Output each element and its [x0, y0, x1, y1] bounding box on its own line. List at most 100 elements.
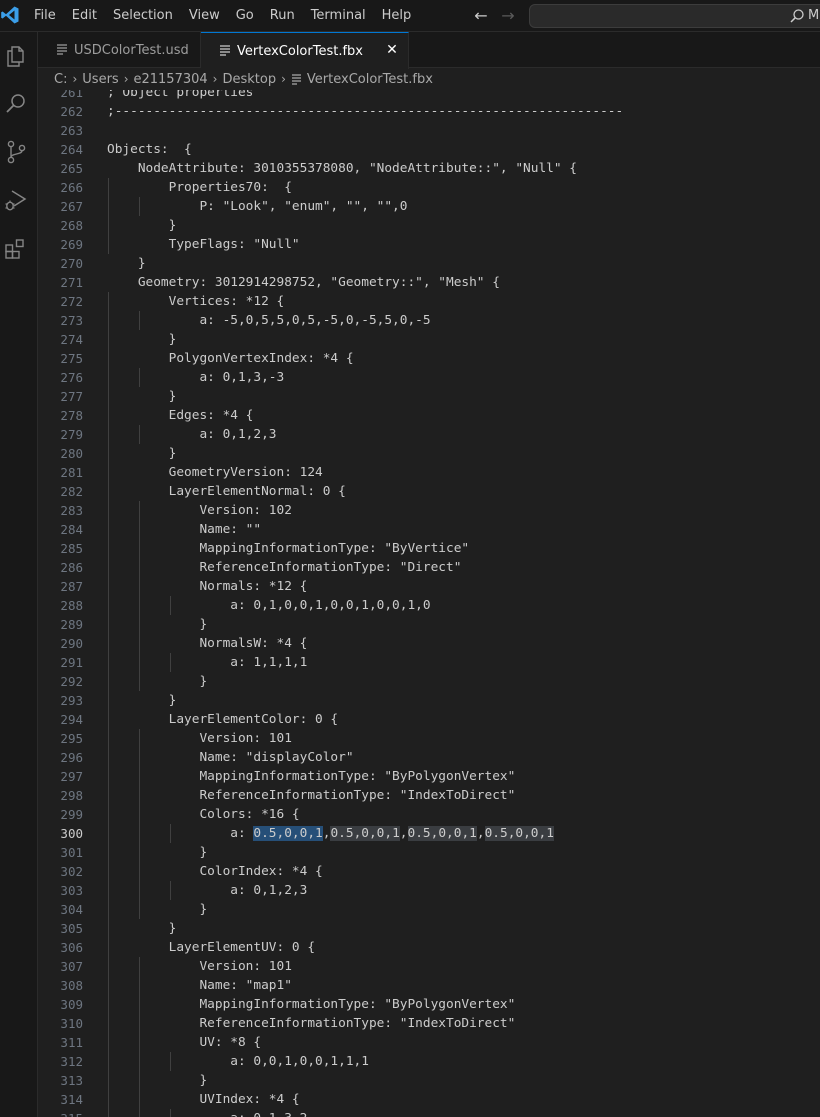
code-line[interactable]: a: 0,1,2,3	[107, 425, 807, 444]
menu-run[interactable]: Run	[262, 0, 303, 32]
breadcrumb-drive[interactable]: C:	[54, 72, 67, 87]
code-line[interactable]: GeometryVersion: 124	[107, 463, 807, 482]
code-line[interactable]: a: -5,0,5,5,0,5,-5,0,-5,5,0,-5	[107, 311, 807, 330]
code-line[interactable]: }	[107, 672, 807, 691]
code-line[interactable]: UVIndex: *4 {	[107, 1090, 807, 1109]
code-line[interactable]: Version: 101	[107, 957, 807, 976]
forward-arrow-icon[interactable]: →	[498, 6, 518, 26]
code-area[interactable]: ; Object properties ;--------------------…	[107, 90, 807, 1117]
code-line[interactable]: PolygonVertexIndex: *4 {	[107, 349, 807, 368]
line-number: 287	[60, 579, 83, 594]
code-line[interactable]: ColorIndex: *4 {	[107, 862, 807, 881]
code-line[interactable]: ReferenceInformationType: "IndexToDirect…	[107, 1014, 807, 1033]
code-line[interactable]: }	[107, 691, 807, 710]
line-number: 279	[60, 427, 83, 442]
code-line[interactable]: a: 1,1,1,1	[107, 653, 807, 672]
code-line[interactable]: Colors: *16 {	[107, 805, 807, 824]
code-line[interactable]: Name: ""	[107, 520, 807, 539]
code-line[interactable]: Properties70: {	[107, 178, 807, 197]
search-icon	[790, 9, 804, 23]
code-line[interactable]: }	[107, 615, 807, 634]
tab-usdcolortest[interactable]: USDColorTest.usd	[38, 32, 201, 68]
close-icon[interactable]: ✕	[384, 42, 400, 58]
code-line[interactable]: MappingInformationType: "ByVertice"	[107, 539, 807, 558]
command-center-search[interactable]: Mo	[529, 4, 820, 28]
code-line[interactable]: Vertices: *12 {	[107, 292, 807, 311]
back-arrow-icon[interactable]: ←	[471, 6, 491, 26]
code-line[interactable]: a: 0,1,3,2	[107, 1109, 807, 1117]
code-line[interactable]: }	[107, 919, 807, 938]
menu-edit[interactable]: Edit	[64, 0, 105, 32]
code-line[interactable]: Version: 101	[107, 729, 807, 748]
search-icon[interactable]	[3, 91, 29, 117]
code-line[interactable]: }	[107, 444, 807, 463]
line-number: 311	[60, 1035, 83, 1050]
code-line[interactable]: a: 0.5,0,0,1,0.5,0,0,1,0.5,0,0,1,0.5,0,0…	[107, 824, 807, 843]
code-line[interactable]: MappingInformationType: "ByPolygonVertex…	[107, 995, 807, 1014]
breadcrumb-users[interactable]: Users	[82, 72, 118, 87]
code-line[interactable]: ReferenceInformationType: "IndexToDirect…	[107, 786, 807, 805]
code-line[interactable]: }	[107, 843, 807, 862]
title-bar: File Edit Selection View Go Run Terminal…	[0, 0, 820, 32]
breadcrumb-file[interactable]: VertexColorTest.fbx	[307, 72, 433, 87]
code-line[interactable]: LayerElementColor: 0 {	[107, 710, 807, 729]
code-line[interactable]: }	[107, 216, 807, 235]
code-line[interactable]: Geometry: 3012914298752, "Geometry::", "…	[107, 273, 807, 292]
breadcrumb-user[interactable]: e21157304	[134, 72, 208, 87]
line-number: 291	[60, 655, 83, 670]
vscode-logo-icon[interactable]	[0, 5, 20, 25]
menu-go[interactable]: Go	[228, 0, 262, 32]
menu-terminal[interactable]: Terminal	[303, 0, 374, 32]
code-line[interactable]: Normals: *12 {	[107, 577, 807, 596]
code-line[interactable]: ; Object properties	[107, 90, 807, 102]
line-number: 282	[60, 484, 83, 499]
line-number: 293	[60, 693, 83, 708]
code-line[interactable]: }	[107, 330, 807, 349]
source-control-icon[interactable]	[3, 139, 29, 165]
code-line[interactable]: Objects: {	[107, 140, 807, 159]
menu-view[interactable]: View	[181, 0, 228, 32]
breadcrumb: C: › Users › e21157304 › Desktop › Verte…	[38, 68, 820, 90]
code-line[interactable]: NormalsW: *4 {	[107, 634, 807, 653]
search-text: Mo	[808, 8, 820, 23]
explorer-icon[interactable]	[3, 43, 29, 69]
code-line[interactable]: LayerElementNormal: 0 {	[107, 482, 807, 501]
code-line[interactable]: Edges: *4 {	[107, 406, 807, 425]
line-number: 307	[60, 959, 83, 974]
code-editor[interactable]: 261 262 263 264 265 266 267 268 269 270 271 272 273 2…	[38, 90, 820, 1117]
code-line[interactable]: TypeFlags: "Null"	[107, 235, 807, 254]
code-line[interactable]: a: 0,1,3,-3	[107, 368, 807, 387]
code-line[interactable]: Version: 102	[107, 501, 807, 520]
code-line[interactable]: ReferenceInformationType: "Direct"	[107, 558, 807, 577]
line-number: 292	[60, 674, 83, 689]
tab-vertexcolortest[interactable]: VertexColorTest.fbx ✕	[201, 32, 409, 69]
code-line[interactable]: }	[107, 900, 807, 919]
breadcrumb-desktop[interactable]: Desktop	[222, 72, 276, 87]
code-line[interactable]: a: 0,0,1,0,0,1,1,1	[107, 1052, 807, 1071]
code-line[interactable]	[107, 121, 807, 140]
code-line[interactable]: }	[107, 387, 807, 406]
menu-selection[interactable]: Selection	[105, 0, 181, 32]
extensions-icon[interactable]	[3, 235, 29, 261]
chevron-right-icon: ›	[212, 72, 218, 86]
menu-help[interactable]: Help	[374, 0, 420, 32]
line-number: 309	[60, 997, 83, 1012]
file-lines-icon	[57, 44, 67, 55]
line-number: 273	[60, 313, 83, 328]
line-number: 275	[60, 351, 83, 366]
line-number: 299	[60, 807, 83, 822]
code-line[interactable]: Name: "displayColor"	[107, 748, 807, 767]
code-line[interactable]: UV: *8 {	[107, 1033, 807, 1052]
run-debug-icon[interactable]	[3, 187, 29, 213]
code-line[interactable]: MappingInformationType: "ByPolygonVertex…	[107, 767, 807, 786]
code-line[interactable]: LayerElementUV: 0 {	[107, 938, 807, 957]
code-line[interactable]: ;---------------------------------------…	[107, 102, 807, 121]
menu-file[interactable]: File	[26, 0, 64, 32]
code-line[interactable]: NodeAttribute: 3010355378080, "NodeAttri…	[107, 159, 807, 178]
code-line[interactable]: Name: "map1"	[107, 976, 807, 995]
code-line[interactable]: }	[107, 254, 807, 273]
code-line[interactable]: a: 0,1,2,3	[107, 881, 807, 900]
code-line[interactable]: a: 0,1,0,0,1,0,0,1,0,0,1,0	[107, 596, 807, 615]
code-line[interactable]: }	[107, 1071, 807, 1090]
code-line[interactable]: P: "Look", "enum", "", "",0	[107, 197, 807, 216]
